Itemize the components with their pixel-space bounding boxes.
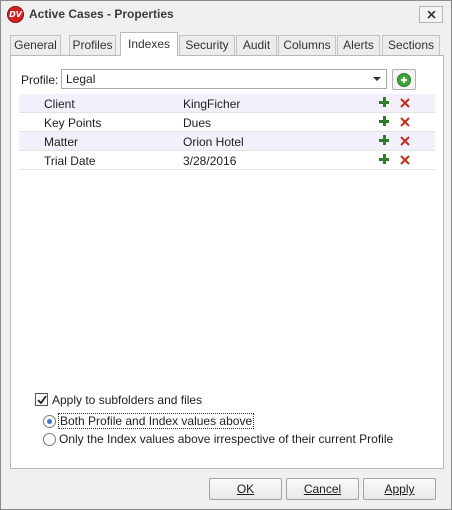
window-title: Active Cases - Properties [29, 7, 174, 21]
profile-label: Profile: [21, 73, 59, 87]
profile-dropdown[interactable]: Legal [61, 69, 387, 89]
table-row[interactable]: Trial Date 3/28/2016 [19, 151, 435, 170]
radio-index-only[interactable] [43, 433, 56, 446]
index-value[interactable]: 3/28/2016 [183, 154, 236, 168]
index-name: Client [44, 97, 75, 111]
index-value[interactable]: Orion Hotel [183, 135, 244, 149]
profile-selected-value: Legal [66, 72, 96, 86]
index-table: Client KingFicher Key Points Dues Matter… [19, 94, 435, 170]
table-row[interactable]: Matter Orion Hotel [19, 132, 435, 151]
tab-profiles[interactable]: Profiles [69, 35, 116, 55]
properties-dialog: DV Active Cases - Properties General Pro… [0, 0, 452, 510]
apply-button[interactable]: Apply [363, 478, 436, 500]
title-bar[interactable]: DV Active Cases - Properties [1, 1, 451, 29]
close-icon [427, 11, 436, 19]
app-logo-icon: DV [7, 6, 24, 23]
cancel-button[interactable]: Cancel [286, 478, 359, 500]
tab-audit[interactable]: Audit [236, 35, 277, 55]
tab-sections[interactable]: Sections [382, 35, 440, 55]
table-row[interactable]: Client KingFicher [19, 94, 435, 113]
apply-subfolders-label[interactable]: Apply to subfolders and files [52, 393, 202, 407]
checkmark-icon [37, 395, 47, 405]
index-value[interactable]: Dues [183, 116, 211, 130]
radio-index-only-label[interactable]: Only the Index values above irrespective… [59, 432, 393, 446]
add-index-icon[interactable] [379, 116, 390, 127]
tab-alerts[interactable]: Alerts [337, 35, 380, 55]
delete-index-icon[interactable] [399, 97, 411, 109]
add-index-icon[interactable] [379, 135, 390, 146]
index-name: Matter [44, 135, 79, 149]
tab-security[interactable]: Security [179, 35, 235, 55]
ok-button[interactable]: OK [209, 478, 282, 500]
cancel-button-label: Cancel [303, 482, 342, 496]
radio-both-values[interactable] [43, 415, 56, 428]
tab-general[interactable]: General [10, 35, 61, 55]
dropdown-arrow-icon [373, 77, 381, 81]
delete-index-icon[interactable] [399, 135, 411, 147]
tab-strip: General Profiles Indexes Security Audit … [10, 32, 444, 56]
indexes-panel: Profile: Legal Client KingFicher Key Poi… [10, 55, 444, 469]
ok-button-label: OK [236, 482, 255, 496]
apply-button-label: Apply [384, 482, 415, 496]
index-value[interactable]: KingFicher [183, 97, 240, 111]
add-index-icon[interactable] [379, 154, 390, 165]
apply-subfolders-checkbox[interactable] [35, 393, 48, 406]
radio-both-values-label[interactable]: Both Profile and Index values above [57, 413, 255, 429]
table-row[interactable]: Key Points Dues [19, 113, 435, 132]
tab-indexes[interactable]: Indexes [120, 32, 178, 56]
delete-index-icon[interactable] [399, 116, 411, 128]
close-button[interactable] [419, 6, 443, 23]
add-index-icon[interactable] [379, 97, 390, 108]
add-circle-icon [397, 73, 411, 87]
add-profile-button[interactable] [392, 69, 416, 90]
index-name: Key Points [44, 116, 102, 130]
index-name: Trial Date [44, 154, 96, 168]
tab-columns[interactable]: Columns [278, 35, 336, 55]
delete-index-icon[interactable] [399, 154, 411, 166]
